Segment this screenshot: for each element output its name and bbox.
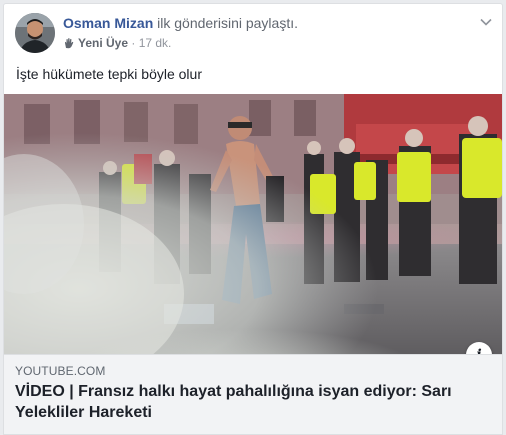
post-timestamp[interactable]: 17 dk. (139, 36, 172, 50)
post-action-text: ilk gönderisini paylaştı. (153, 15, 298, 31)
author-avatar[interactable] (15, 13, 55, 53)
author-name-link[interactable]: Osman Mizan (63, 15, 153, 31)
chevron-down-icon[interactable] (480, 17, 492, 27)
post-header: Osman Mizan ilk gönderisini paylaştı. (63, 15, 298, 31)
post-meta: Yeni Üye · 17 dk. (63, 36, 171, 50)
wave-hand-icon (65, 38, 74, 49)
video-thumbnail[interactable]: i (4, 94, 502, 354)
link-preview[interactable]: YOUTUBE.COM VİDEO | Fransız halkı hayat … (4, 354, 502, 434)
link-title[interactable]: VİDEO | Fransız halkı hayat pahalılığına… (15, 381, 455, 423)
info-glyph: i (476, 347, 481, 354)
new-member-label: Yeni Üye (78, 36, 129, 50)
new-member-badge[interactable]: Yeni Üye (63, 36, 128, 50)
protest-scene-image (4, 94, 502, 354)
post-card: Osman Mizan ilk gönderisini paylaştı. Ye… (3, 3, 503, 435)
link-domain: YOUTUBE.COM (15, 364, 106, 378)
post-body-text: İşte hükümete tepki böyle olur (16, 66, 202, 82)
meta-separator: · (128, 36, 139, 50)
